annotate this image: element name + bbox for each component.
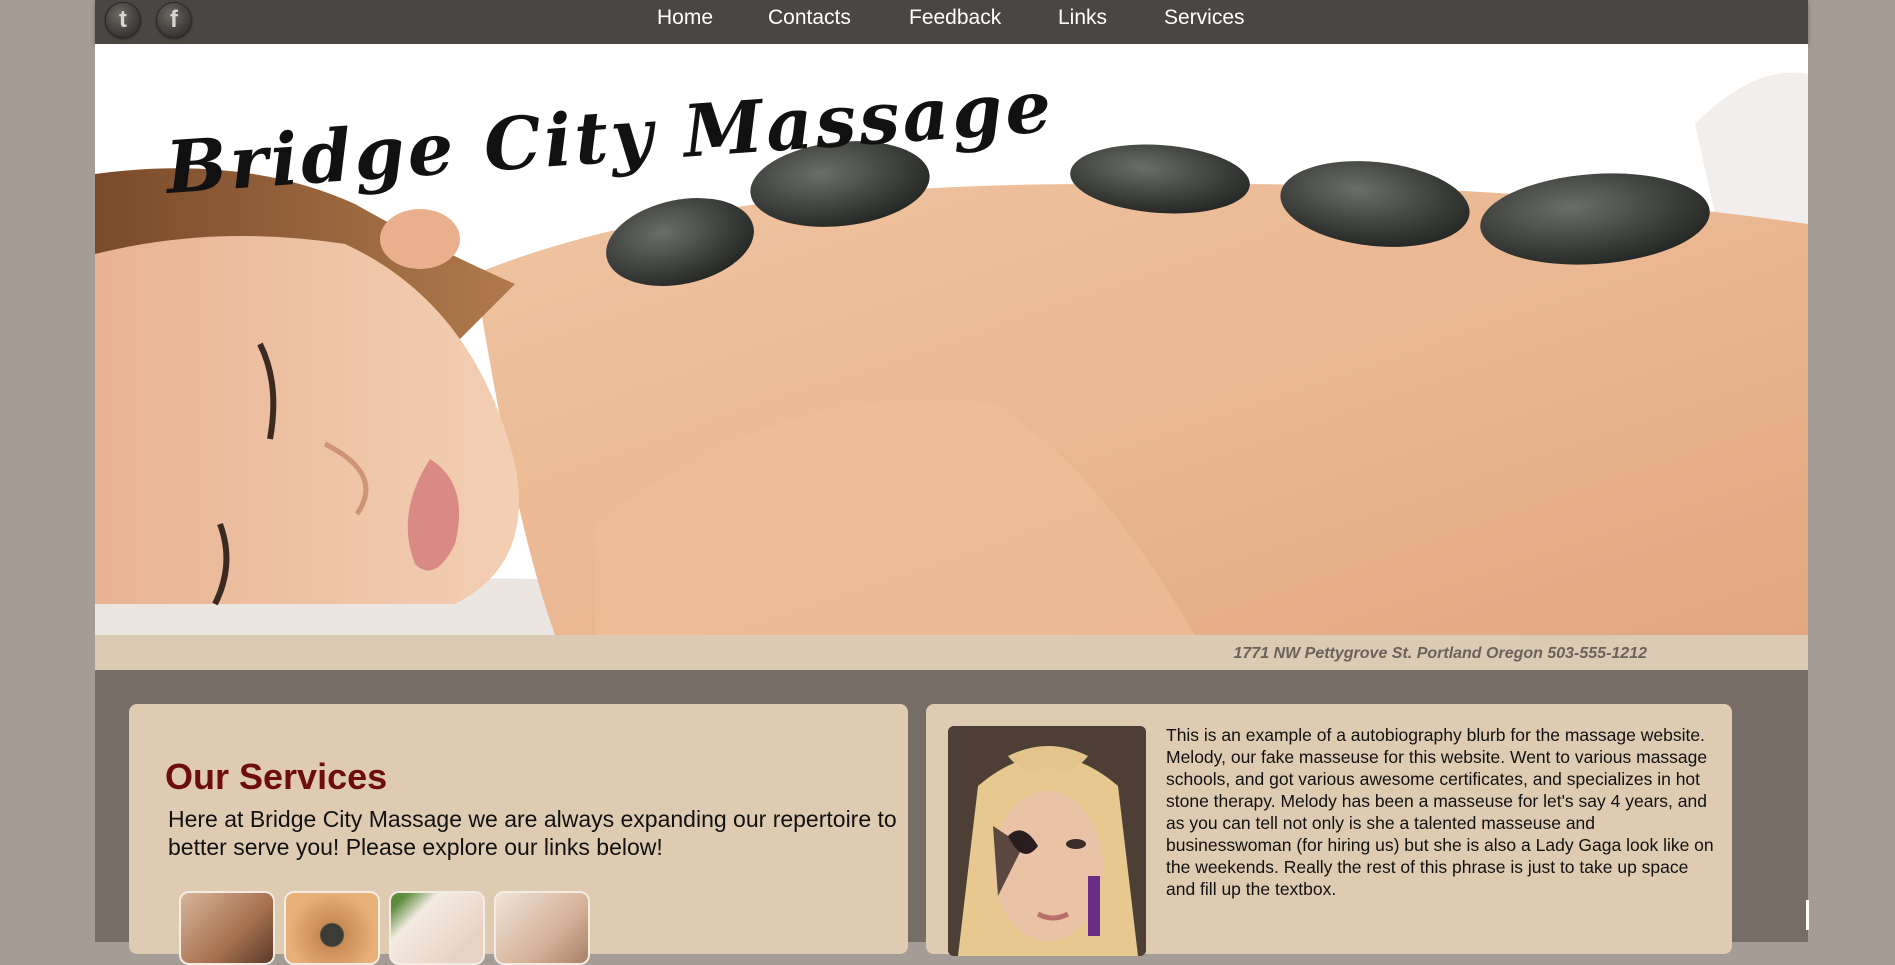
top-nav-bar: t f Home Contacts Feedback Links Service… [95,0,1808,44]
nav-links[interactable]: Links [1058,6,1107,30]
nav-home[interactable]: Home [657,6,713,30]
bio-text: This is an example of a autobiography bl… [1166,725,1714,899]
nav-feedback[interactable]: Feedback [909,6,1001,30]
business-address: 1771 NW Pettygrove St. Portland Oregon 5… [1233,645,1647,662]
nav-services[interactable]: Services [1164,6,1245,30]
content-area: Our Services Here at Bridge City Massage… [95,670,1808,965]
service-thumb-relaxation[interactable] [494,891,590,965]
bio-panel: This is an example of a autobiography bl… [926,704,1732,956]
facebook-icon[interactable]: f [156,2,192,38]
masseuse-photo [948,726,1146,956]
facebook-icon-glyph: f [170,6,178,33]
tumblr-icon-glyph: t [119,6,127,33]
tumblr-icon[interactable]: t [105,2,141,38]
services-title: Our Services [165,756,388,797]
address-bar: 1771 NW Pettygrove St. Portland Oregon 5… [95,635,1808,670]
services-intro: Here at Bridge City Massage we are alway… [168,806,897,860]
top-bar: t f Home Contacts Feedback Links Service… [0,0,1895,44]
service-thumb-hot-stone[interactable] [284,891,380,965]
nav-contacts[interactable]: Contacts [768,6,851,30]
hero-banner: Bridge City Massage [95,44,1808,635]
service-thumb-facial[interactable] [389,891,485,965]
service-thumb-massage[interactable] [179,891,275,965]
scroll-indicator [1806,900,1809,930]
services-panel: Our Services Here at Bridge City Massage… [129,704,908,965]
